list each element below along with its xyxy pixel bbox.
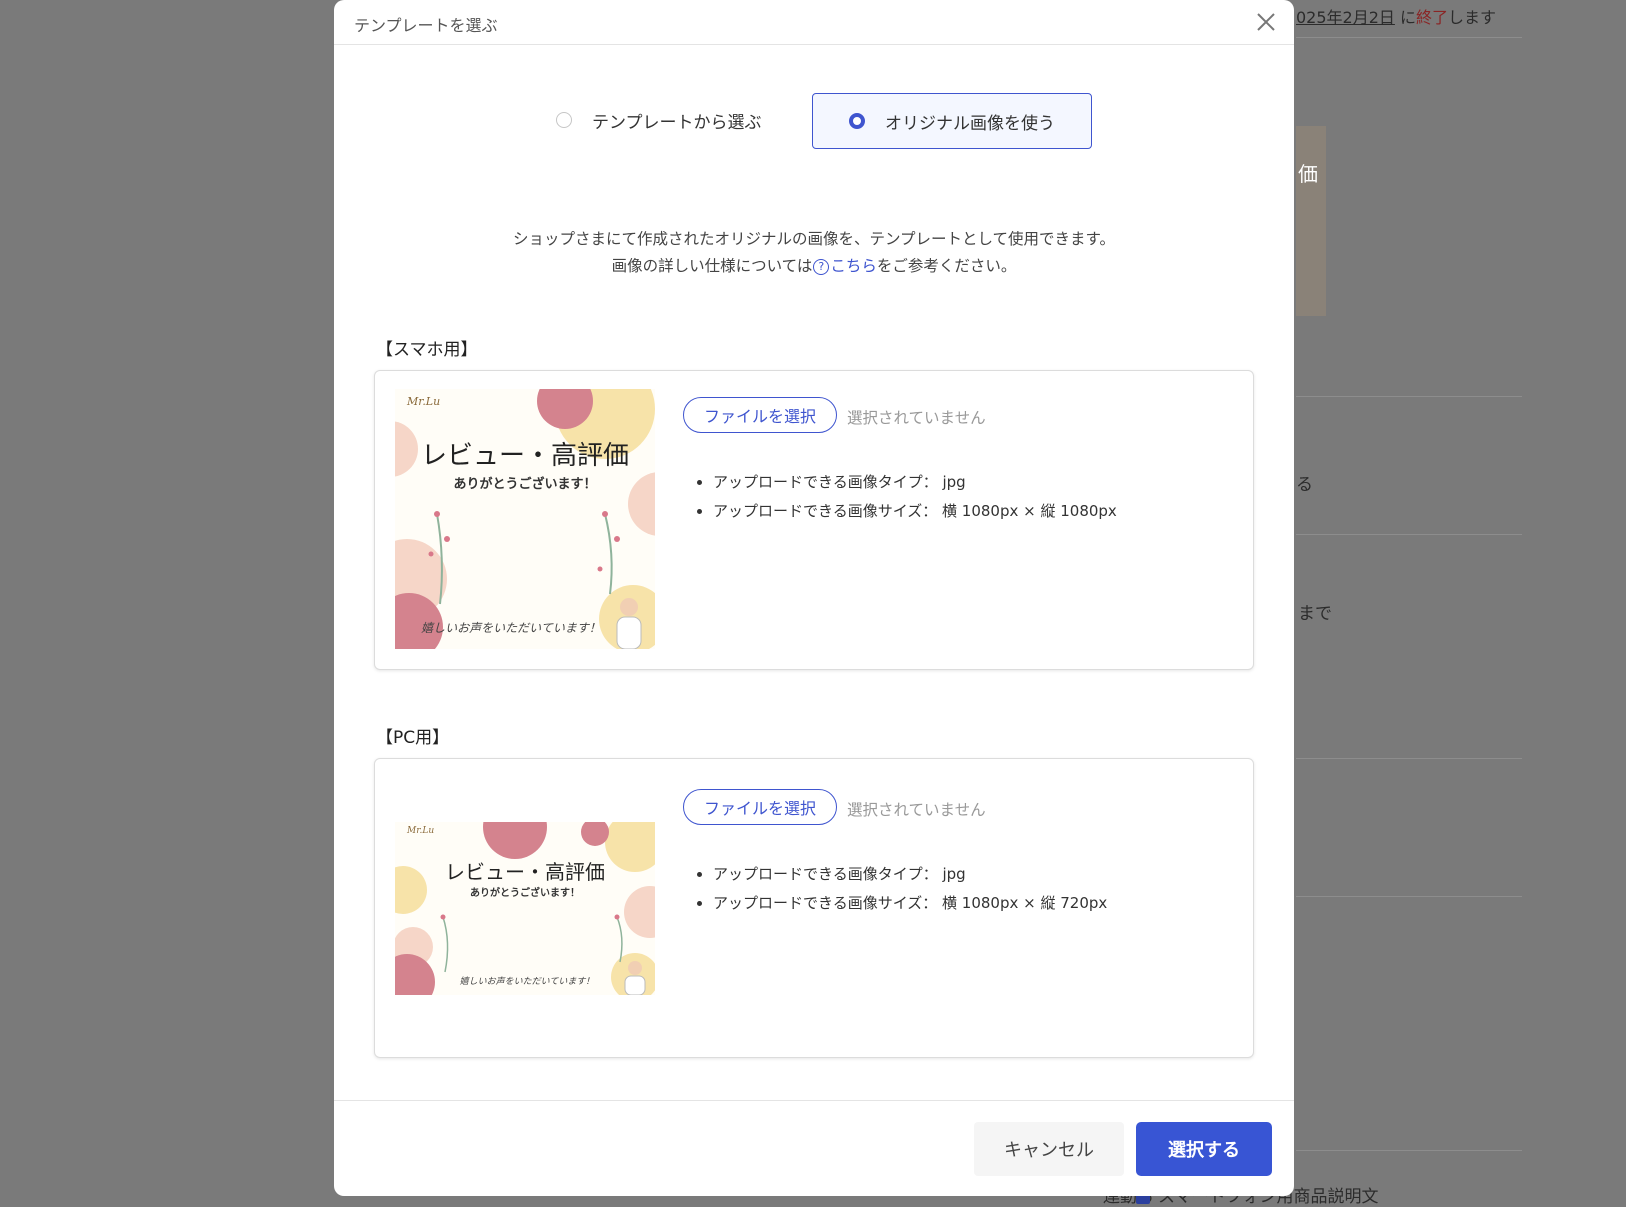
dialog-title: テンプレートを選ぶ	[354, 16, 498, 35]
preview-script: 嬉しいお声をいただいています！	[421, 621, 601, 635]
background-divider	[1296, 37, 1522, 38]
sp-section-label: 【スマホ用】	[376, 340, 478, 360]
preview-script: 嬉しいお声をいただいています！	[459, 977, 595, 987]
cancel-button[interactable]: キャンセル	[974, 1122, 1124, 1176]
background-thumbnail	[1296, 126, 1326, 316]
preview-logo: Mr.Lu	[407, 826, 435, 836]
sp-file-select-button[interactable]: ファイルを選択	[683, 397, 837, 433]
help-icon: ?	[813, 259, 830, 275]
dialog-header: テンプレートを選ぶ	[334, 0, 1294, 45]
spec-item: アップロードできる画像サイズ： 横 1080px × 縦 720px	[713, 889, 1107, 918]
background-divider	[1296, 534, 1522, 535]
preview-logo: Mr.Lu	[407, 395, 441, 408]
pc-file-status: 選択されていません	[847, 801, 986, 819]
preview-subtitle: ありがとうございます！	[470, 888, 580, 899]
pc-preview-image: Mr.Lu レビュー・高評価 ありがとうございます！ 嬉しいお声をいただいていま…	[395, 822, 655, 995]
radio-original-label: オリジナル画像を使う	[885, 113, 1055, 134]
pc-section-label: 【PC用】	[376, 728, 450, 748]
background-divider	[1296, 896, 1522, 897]
close-button[interactable]	[1250, 6, 1282, 38]
spec-item: アップロードできる画像サイズ： 横 1080px × 縦 1080px	[713, 497, 1117, 526]
background-fragment: まで	[1298, 604, 1332, 624]
pc-file-select-button[interactable]: ファイルを選択	[683, 789, 837, 825]
sp-file-status: 選択されていません	[847, 409, 986, 427]
close-icon	[1257, 13, 1275, 31]
pc-upload-card: Mr.Lu レビュー・高評価 ありがとうございます！ 嬉しいお声をいただいていま…	[374, 758, 1254, 1058]
radio-icon	[556, 112, 572, 128]
pc-spec-list: アップロードできる画像タイプ： jpg アップロードできる画像サイズ： 横 10…	[691, 860, 1107, 918]
background-divider	[1296, 1150, 1522, 1151]
template-dialog: テンプレートを選ぶ テンプレートから選ぶ オリジナル画像を使う ショップさまにて…	[334, 0, 1294, 1196]
radio-original-image[interactable]: オリジナル画像を使う	[812, 93, 1092, 149]
spec-item: アップロードできる画像タイプ： jpg	[713, 860, 1107, 889]
preview-title: レビュー・高評価	[445, 860, 605, 884]
background-page: 025年2月2日 に終了します 価 る まで 一連動る スマートフォン用商品説明…	[1086, 0, 1626, 1207]
preview-decoration	[395, 822, 655, 995]
description-line-1: ショップさまにて作成されたオリジナルの画像を、テンプレートとして使用できます。	[512, 230, 1116, 248]
preview-subtitle: ありがとうございます！	[453, 477, 597, 492]
background-fragment: 価	[1298, 162, 1318, 186]
radio-template-label: テンプレートから選ぶ	[592, 112, 762, 133]
sp-preview-image: Mr.Lu レビュー・高評価 ありがとうございます！ 嬉しいお声をいただいていま…	[395, 389, 655, 649]
mode-radio-group: テンプレートから選ぶ オリジナル画像を使う	[334, 93, 1294, 149]
dialog-footer: キャンセル 選択する	[334, 1100, 1294, 1196]
background-fragment: る	[1296, 475, 1313, 495]
select-button[interactable]: 選択する	[1136, 1122, 1272, 1176]
sp-spec-list: アップロードできる画像タイプ： jpg アップロードできる画像サイズ： 横 10…	[691, 468, 1117, 526]
radio-selected-icon	[849, 113, 865, 129]
preview-decoration	[395, 389, 655, 649]
spec-link[interactable]: ? こちら	[812, 257, 877, 275]
description: ショップさまにて作成されたオリジナルの画像を、テンプレートとして使用できます。 …	[334, 226, 1294, 280]
background-notice: 025年2月2日 に終了します	[1296, 8, 1497, 27]
preview-title: レビュー・高評価	[420, 441, 629, 471]
sp-upload-card: Mr.Lu レビュー・高評価 ありがとうございます！ 嬉しいお声をいただいていま…	[374, 370, 1254, 670]
spec-item: アップロードできる画像タイプ： jpg	[713, 468, 1117, 497]
description-line-2: 画像の詳しい仕様については? こちらをご参考ください。	[611, 257, 1017, 275]
radio-template[interactable]: テンプレートから選ぶ	[556, 93, 762, 147]
background-divider	[1296, 758, 1522, 759]
background-divider	[1296, 396, 1522, 397]
